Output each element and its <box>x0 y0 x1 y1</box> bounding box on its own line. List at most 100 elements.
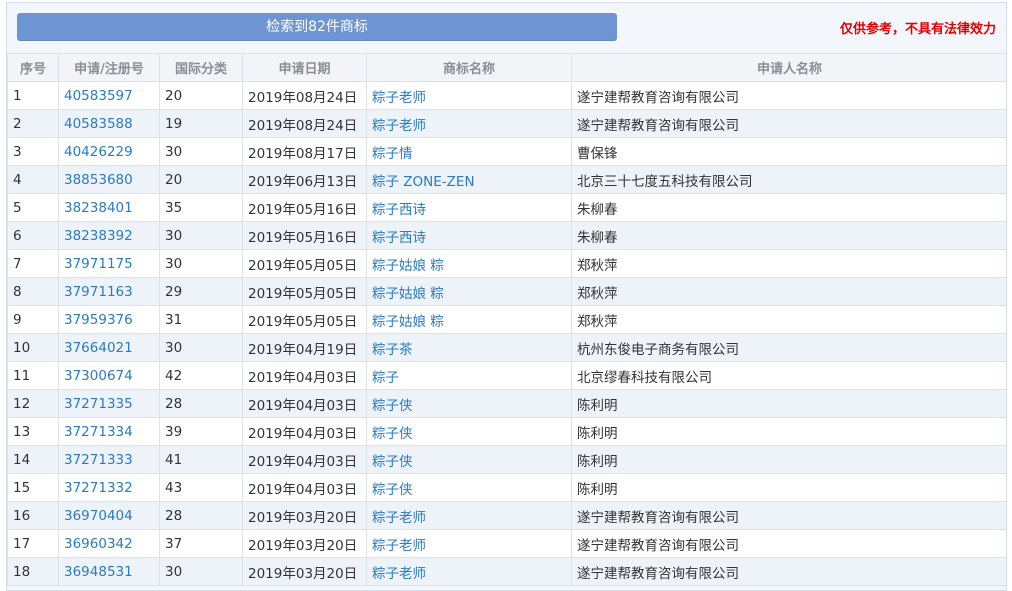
row-index: 8 <box>7 277 59 306</box>
header-trademark-name: 商标名称 <box>366 53 572 82</box>
intl-class: 35 <box>159 193 243 222</box>
intl-class: 37 <box>159 529 243 558</box>
apply-date: 2019年08月24日 <box>242 109 367 138</box>
applicant-name: 陈利明 <box>571 445 1006 474</box>
trademark-name-link[interactable]: 粽子姑娘 粽 <box>366 277 572 306</box>
table-row: 18 36948531 30 2019年03月20日 粽子老师 遂宁建帮教育咨询有限公司 <box>7 557 1006 586</box>
reg-number-link[interactable]: 37664021 <box>58 333 160 362</box>
header-apply-date: 申请日期 <box>242 53 367 82</box>
trademark-name-link[interactable]: 粽子 ZONE-ZEN <box>366 165 572 194</box>
trademark-name-link[interactable]: 粽子老师 <box>366 529 572 558</box>
apply-date: 2019年04月03日 <box>242 389 367 418</box>
reg-number-link[interactable]: 37959376 <box>58 305 160 334</box>
intl-class: 28 <box>159 389 243 418</box>
table-row: 8 37971163 29 2019年05月05日 粽子姑娘 粽郑秋萍 <box>7 277 1006 306</box>
apply-date: 2019年05月05日 <box>242 305 367 334</box>
apply-date: 2019年03月20日 <box>242 501 367 530</box>
apply-date: 2019年05月16日 <box>242 193 367 222</box>
table-row: 7 37971175 30 2019年05月05日 粽子姑娘 粽郑秋萍 <box>7 249 1006 278</box>
row-index: 17 <box>7 529 59 558</box>
results-panel: 检索到82件商标 仅供参考，不具有法律效力 序号 申请/注册号 国际分类 申请日… <box>6 2 1007 591</box>
trademark-name-link[interactable]: 粽子侠 <box>366 417 572 446</box>
reg-number-link[interactable]: 37271333 <box>58 445 160 474</box>
reg-number-link[interactable]: 37271335 <box>58 389 160 418</box>
trademark-name-link[interactable]: 粽子老师 <box>366 501 572 530</box>
apply-date: 2019年05月05日 <box>242 277 367 306</box>
table-row: 11 37300674 42 2019年04月03日 粽子 北京缪春科技有限公司 <box>7 361 1006 390</box>
trademark-table: 序号 申请/注册号 国际分类 申请日期 商标名称 申请人名称 1 40583597… <box>7 53 1006 586</box>
row-index: 3 <box>7 137 59 166</box>
row-index: 18 <box>7 557 59 586</box>
header-reg-number: 申请/注册号 <box>58 53 160 82</box>
reg-number-link[interactable]: 38238392 <box>58 221 160 250</box>
reg-number-link[interactable]: 37971175 <box>58 249 160 278</box>
intl-class: 30 <box>159 333 243 362</box>
row-index: 1 <box>7 81 59 110</box>
intl-class: 41 <box>159 445 243 474</box>
reg-number-link[interactable]: 37271334 <box>58 417 160 446</box>
reg-number-link[interactable]: 37971163 <box>58 277 160 306</box>
apply-date: 2019年08月17日 <box>242 137 367 166</box>
applicant-name: 朱柳春 <box>571 221 1006 250</box>
trademark-name-link[interactable]: 粽子情 <box>366 137 572 166</box>
applicant-name: 陈利明 <box>571 417 1006 446</box>
trademark-name-link[interactable]: 粽子茶 <box>366 333 572 362</box>
apply-date: 2019年03月20日 <box>242 557 367 586</box>
reg-number-link[interactable]: 38853680 <box>58 165 160 194</box>
result-count-button[interactable]: 检索到82件商标 <box>17 13 617 41</box>
reg-number-link[interactable]: 36948531 <box>58 557 160 586</box>
trademark-name-link[interactable]: 粽子 <box>366 361 572 390</box>
intl-class: 30 <box>159 249 243 278</box>
table-row: 12 37271335 28 2019年04月03日 粽子侠 陈利明 <box>7 389 1006 418</box>
trademark-name-link[interactable]: 粽子侠 <box>366 389 572 418</box>
apply-date: 2019年08月24日 <box>242 81 367 110</box>
row-index: 16 <box>7 501 59 530</box>
row-index: 15 <box>7 473 59 502</box>
reg-number-link[interactable]: 40583588 <box>58 109 160 138</box>
row-index: 5 <box>7 193 59 222</box>
intl-class: 43 <box>159 473 243 502</box>
table-row: 15 37271332 43 2019年04月03日 粽子侠 陈利明 <box>7 473 1006 502</box>
results-header: 检索到82件商标 仅供参考，不具有法律效力 <box>7 3 1006 53</box>
trademark-name-link[interactable]: 粽子侠 <box>366 445 572 474</box>
trademark-name-link[interactable]: 粽子老师 <box>366 81 572 110</box>
intl-class: 30 <box>159 557 243 586</box>
applicant-name: 郑秋萍 <box>571 305 1006 334</box>
apply-date: 2019年03月20日 <box>242 529 367 558</box>
applicant-name: 杭州东俊电子商务有限公司 <box>571 333 1006 362</box>
applicant-name: 遂宁建帮教育咨询有限公司 <box>571 557 1006 586</box>
apply-date: 2019年04月03日 <box>242 361 367 390</box>
table-header-row: 序号 申请/注册号 国际分类 申请日期 商标名称 申请人名称 <box>7 53 1006 82</box>
trademark-name-link[interactable]: 粽子老师 <box>366 109 572 138</box>
trademark-name-link[interactable]: 粽子姑娘 粽 <box>366 305 572 334</box>
trademark-name-link[interactable]: 粽子西诗 <box>366 193 572 222</box>
header-applicant: 申请人名称 <box>571 53 1006 82</box>
apply-date: 2019年05月16日 <box>242 221 367 250</box>
applicant-name: 陈利明 <box>571 389 1006 418</box>
reg-number-link[interactable]: 37300674 <box>58 361 160 390</box>
reg-number-link[interactable]: 38238401 <box>58 193 160 222</box>
reg-number-link[interactable]: 36960342 <box>58 529 160 558</box>
applicant-name: 遂宁建帮教育咨询有限公司 <box>571 81 1006 110</box>
intl-class: 30 <box>159 221 243 250</box>
table-row: 1 40583597 20 2019年08月24日 粽子老师 遂宁建帮教育咨询有限公司 <box>7 81 1006 110</box>
trademark-name-link[interactable]: 粽子西诗 <box>366 221 572 250</box>
row-index: 9 <box>7 305 59 334</box>
table-row: 6 38238392 30 2019年05月16日 粽子西诗 朱柳春 <box>7 221 1006 250</box>
table-row: 2 40583588 19 2019年08月24日 粽子老师 遂宁建帮教育咨询有限公司 <box>7 109 1006 138</box>
applicant-name: 北京三十七度五科技有限公司 <box>571 165 1006 194</box>
apply-date: 2019年04月03日 <box>242 473 367 502</box>
reg-number-link[interactable]: 37271332 <box>58 473 160 502</box>
table-row: 5 38238401 35 2019年05月16日 粽子西诗 朱柳春 <box>7 193 1006 222</box>
reg-number-link[interactable]: 40426229 <box>58 137 160 166</box>
reg-number-link[interactable]: 40583597 <box>58 81 160 110</box>
applicant-name: 遂宁建帮教育咨询有限公司 <box>571 529 1006 558</box>
table-row: 3 40426229 30 2019年08月17日 粽子情 曹保锋 <box>7 137 1006 166</box>
applicant-name: 郑秋萍 <box>571 277 1006 306</box>
row-index: 14 <box>7 445 59 474</box>
trademark-name-link[interactable]: 粽子姑娘 粽 <box>366 249 572 278</box>
reg-number-link[interactable]: 36970404 <box>58 501 160 530</box>
table-row: 13 37271334 39 2019年04月03日 粽子侠 陈利明 <box>7 417 1006 446</box>
trademark-name-link[interactable]: 粽子侠 <box>366 473 572 502</box>
trademark-name-link[interactable]: 粽子老师 <box>366 557 572 586</box>
